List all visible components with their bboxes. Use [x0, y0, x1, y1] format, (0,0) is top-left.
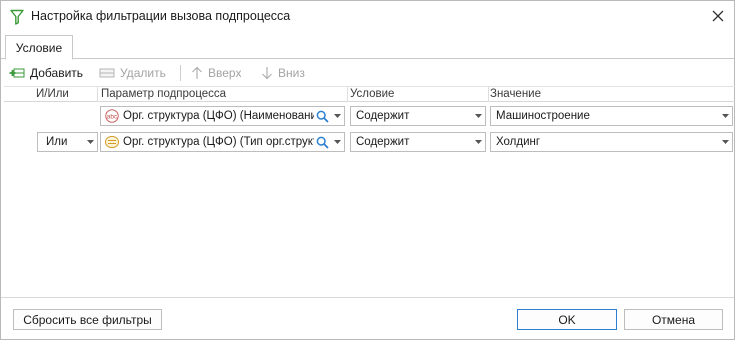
- reference-type-icon: [105, 135, 119, 149]
- delete-button[interactable]: Удалить: [99, 63, 166, 83]
- filter-settings-dialog: Настройка фильтрации вызова подпроцесса …: [0, 0, 735, 340]
- condition-select[interactable]: Содержит: [350, 106, 486, 126]
- move-up-label: Вверх: [208, 66, 242, 80]
- search-icon[interactable]: [314, 108, 330, 124]
- header-divider: [97, 87, 98, 102]
- add-row-icon: [9, 68, 25, 78]
- filter-row: abc Орг. структура (ЦФО) (Наименование) …: [4, 104, 735, 130]
- filter-icon: [10, 9, 24, 25]
- text-type-icon: abc: [105, 109, 119, 123]
- add-label: Добавить: [30, 66, 84, 80]
- chevron-down-icon[interactable]: [83, 133, 97, 151]
- move-down-label: Вниз: [278, 66, 305, 80]
- chevron-down-icon[interactable]: [471, 107, 485, 125]
- condition-select[interactable]: Содержит: [350, 132, 486, 152]
- delete-label: Удалить: [120, 66, 166, 80]
- search-icon[interactable]: [314, 134, 330, 150]
- header-divider: [488, 87, 489, 102]
- chevron-down-icon[interactable]: [330, 107, 344, 125]
- header-condition: Условие: [350, 88, 395, 100]
- condition-value: Содержит: [356, 110, 410, 122]
- add-button[interactable]: Добавить: [9, 63, 83, 83]
- cancel-button[interactable]: Отмена: [624, 309, 723, 330]
- svg-text:abc: abc: [107, 113, 118, 120]
- condition-value: Содержит: [356, 136, 410, 148]
- move-up-button[interactable]: Вверх: [191, 63, 241, 83]
- header-andor: И/Или: [36, 88, 69, 100]
- chevron-down-icon[interactable]: [718, 133, 732, 151]
- header-divider: [347, 87, 348, 102]
- ok-button[interactable]: OK: [517, 309, 617, 330]
- delete-row-icon: [99, 68, 115, 78]
- andor-select[interactable]: Или: [37, 132, 98, 152]
- tab-condition[interactable]: Условие: [5, 35, 73, 60]
- value-text: Машиностроение: [496, 110, 590, 122]
- chevron-down-icon[interactable]: [471, 133, 485, 151]
- chevron-down-icon[interactable]: [330, 133, 344, 151]
- andor-value: Или: [46, 136, 68, 148]
- arrow-down-icon: [262, 67, 272, 80]
- chevron-down-icon[interactable]: [718, 107, 732, 125]
- reset-filters-button[interactable]: Сбросить все фильтры: [13, 309, 162, 330]
- header-value: Значение: [490, 88, 541, 100]
- parameter-select[interactable]: abc Орг. структура (ЦФО) (Наименование): [100, 106, 345, 126]
- dialog-title: Настройка фильтрации вызова подпроцесса: [31, 9, 291, 23]
- close-button[interactable]: [705, 5, 731, 27]
- close-icon: [712, 10, 724, 22]
- filter-row: Или Орг. структура (ЦФО) (Тип орг.структ…: [4, 130, 735, 156]
- move-down-button[interactable]: Вниз: [261, 63, 305, 83]
- parameter-value: Орг. структура (ЦФО) (Наименование): [123, 110, 314, 122]
- parameter-select[interactable]: Орг. структура (ЦФО) (Тип орг.структуры): [100, 132, 345, 152]
- value-select[interactable]: Машиностроение: [490, 106, 733, 126]
- toolbar-separator: [180, 65, 181, 81]
- value-select[interactable]: Холдинг: [490, 132, 733, 152]
- header-parameter: Параметр подпроцесса: [101, 88, 227, 100]
- grid-header: И/Или Параметр подпроцесса Условие Значе…: [4, 86, 735, 102]
- value-text: Холдинг: [496, 136, 541, 148]
- title-bar: Настройка фильтрации вызова подпроцесса: [1, 1, 734, 32]
- toolbar: Добавить Удалить Вверх Вниз: [1, 61, 734, 85]
- dialog-footer: Сбросить все фильтры OK Отмена: [1, 297, 734, 340]
- parameter-value: Орг. структура (ЦФО) (Тип орг.структуры): [123, 136, 314, 148]
- arrow-up-icon: [192, 66, 202, 79]
- tab-strip: Условие: [1, 35, 734, 60]
